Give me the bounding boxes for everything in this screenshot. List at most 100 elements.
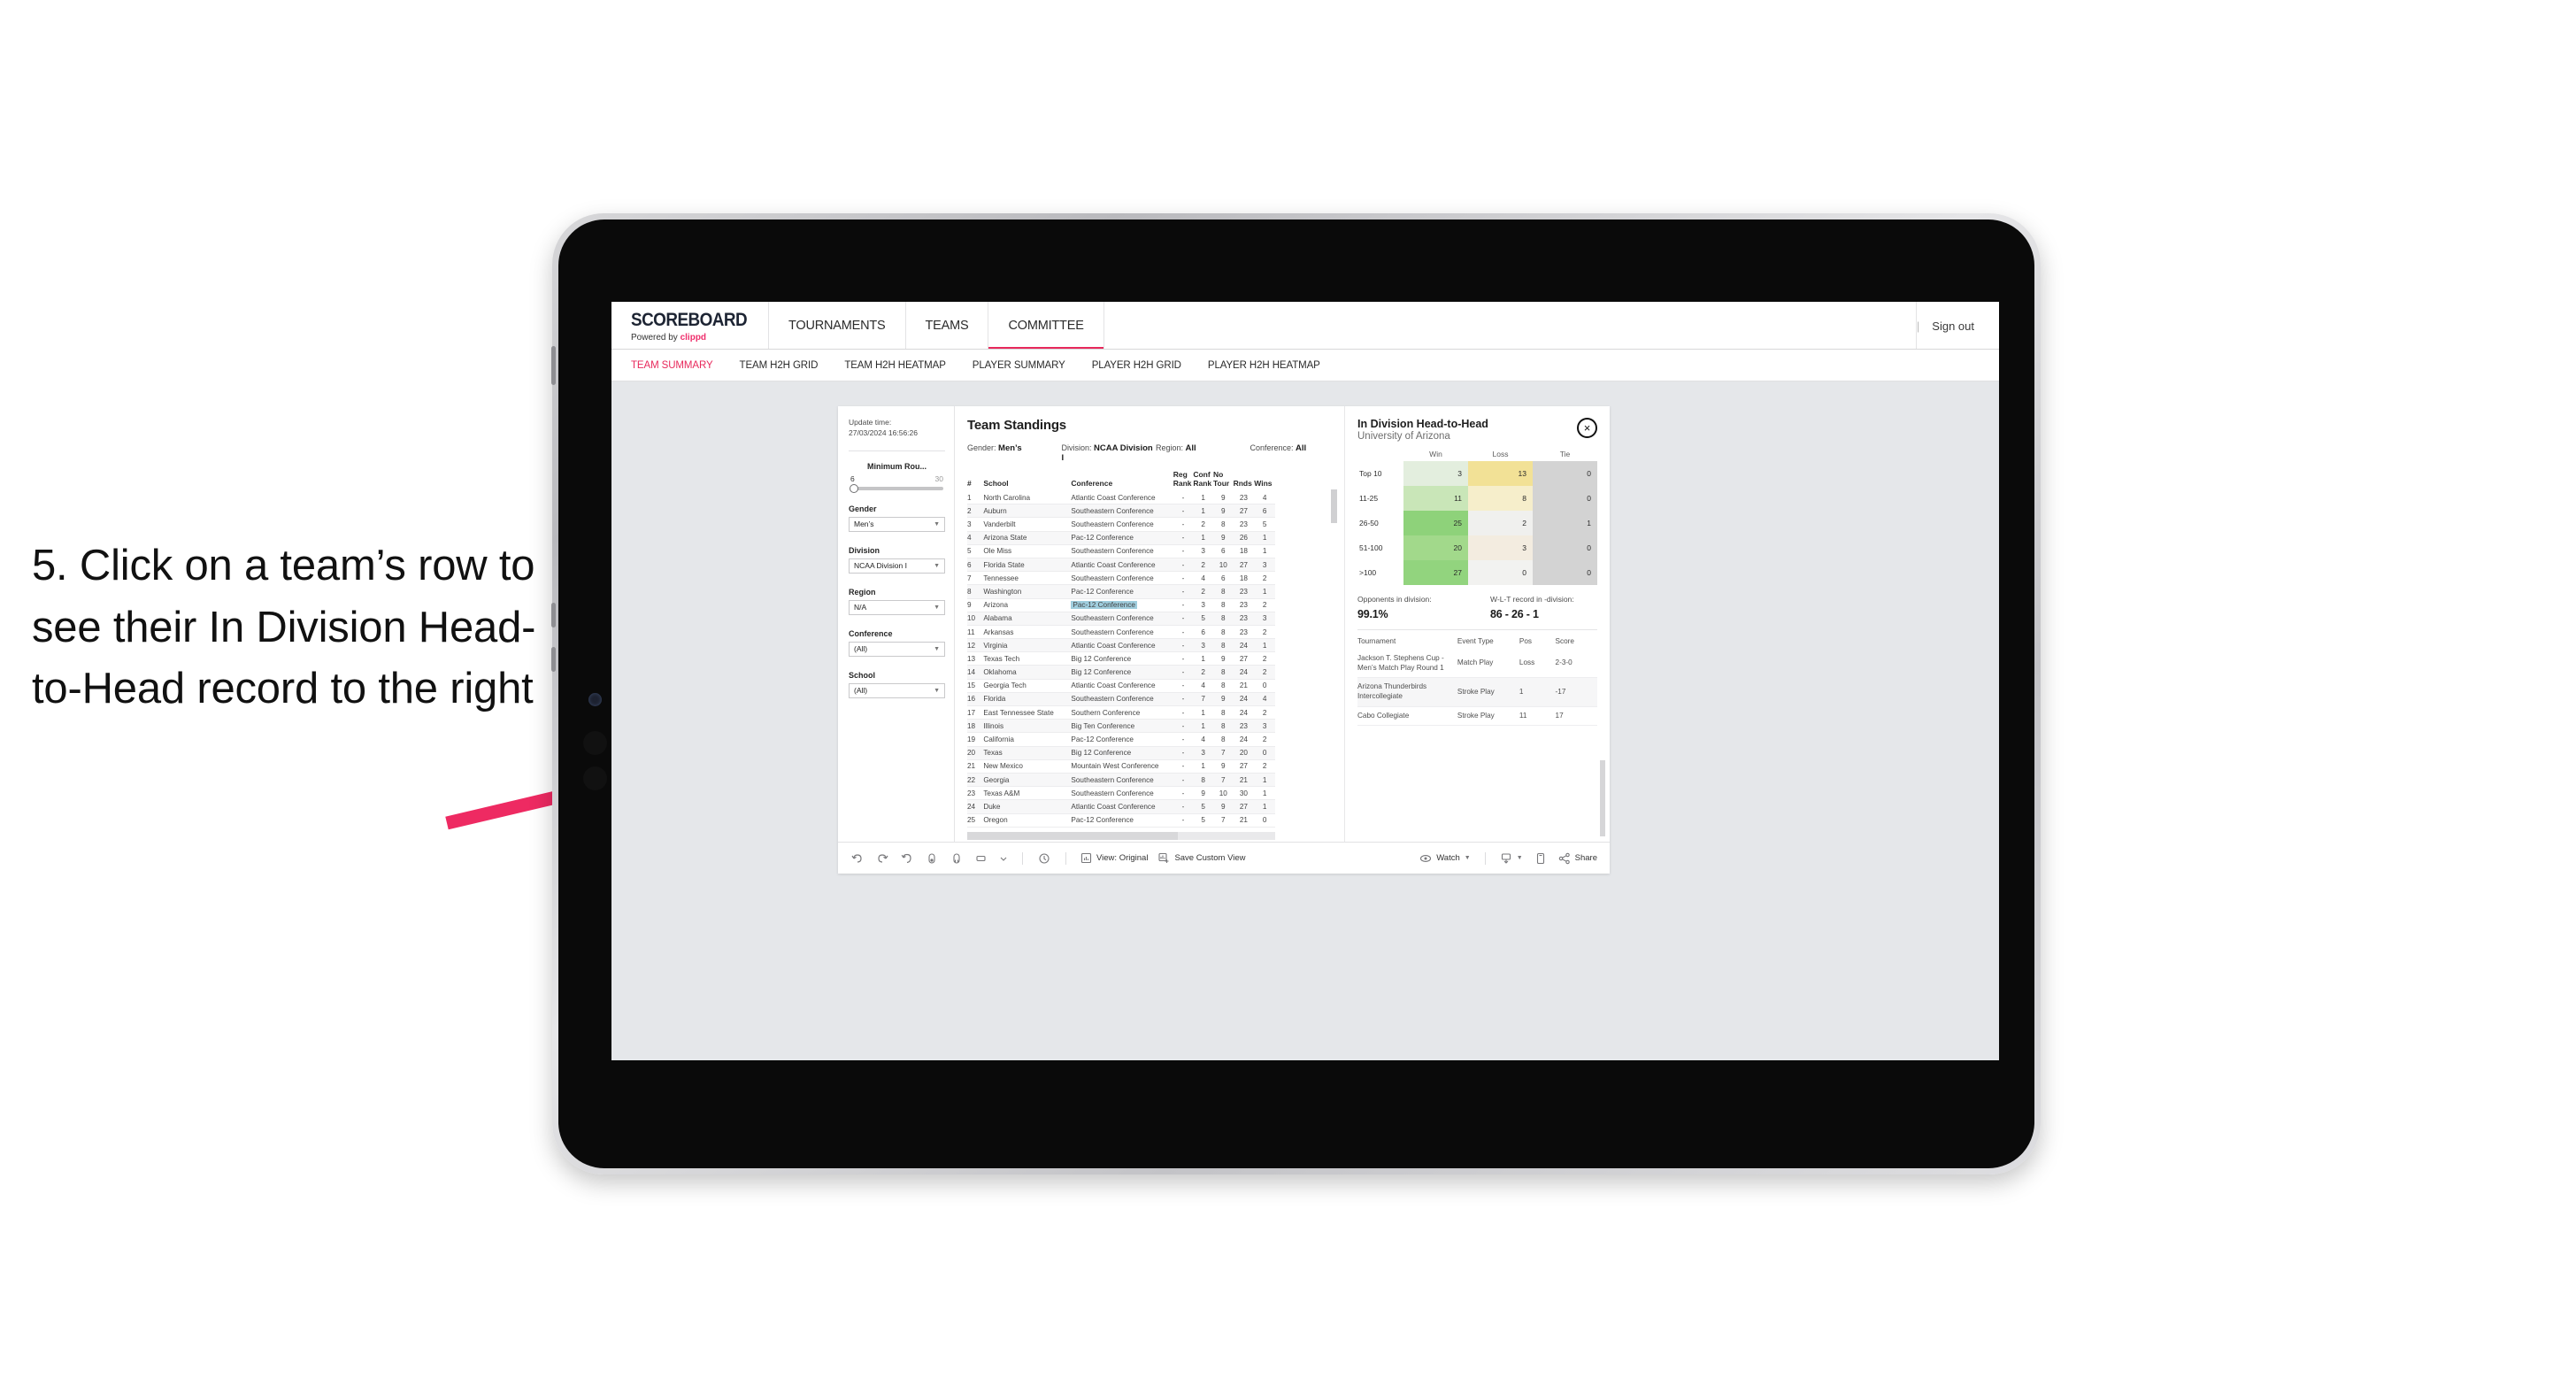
table-row[interactable]: 3 Vanderbilt Southeastern Conference -2 8 23 5 [967,517,1275,532]
pause-data-icon[interactable] [950,851,964,866]
subnav-team-h2h-grid[interactable]: TEAM H2H GRID [740,360,819,371]
table-row[interactable]: 9 Arizona Pac-12 Conference -3 8 23 2 [967,598,1275,612]
table-row[interactable]: 1 North Carolina Atlantic Coast Conference… [967,491,1275,505]
subnav-player-h2h-heatmap[interactable]: PLAYER H2H HEATMAP [1208,360,1320,371]
cell-school: Florida [983,692,1072,707]
col-tournament: Tournament [1357,637,1396,645]
subnav-player-h2h-grid[interactable]: PLAYER H2H GRID [1092,360,1181,371]
table-row[interactable]: 6 Florida State Atlantic Coast Conference -… [967,558,1275,573]
subnav-team-summary[interactable]: TEAM SUMMARY [631,360,713,371]
cell-school: Virginia [983,638,1072,653]
vertical-scrollbar[interactable] [1331,489,1337,874]
revert-icon[interactable] [900,851,914,866]
cell-rnds: 26 [1233,531,1255,545]
scrollbar-thumb[interactable] [967,831,1178,840]
topnav-tournaments[interactable]: TOURNAMENTS [769,302,906,350]
share-button[interactable]: Share [1558,852,1597,865]
cell-school: Florida State [983,558,1072,573]
cell-no-tour: 8 [1212,598,1234,612]
table-row[interactable]: 20 Texas Big 12 Conference -3 7 20 0 [967,746,1275,760]
redo-icon[interactable] [875,851,889,866]
slider-max-value: 30 [934,474,943,483]
conference-select[interactable]: (All) ▼ [849,641,945,657]
table-row[interactable]: 23 Texas A&M Southeastern Conference -9 10 30… [967,786,1275,801]
device-side-button[interactable] [551,346,556,385]
cell-wins: 1 [1254,531,1275,545]
table-row[interactable]: 22 Georgia Southeastern Conference -8 7 21 1 [967,773,1275,788]
h2h-cell-tie: 0 [1533,535,1597,560]
gender-select[interactable]: Men’s ▼ [849,516,945,532]
subnav-team-h2h-heatmap[interactable]: TEAM H2H HEATMAP [844,360,946,371]
table-row[interactable]: 21 New Mexico Mountain West Conference -1 9 2… [967,759,1275,774]
device-side-button[interactable] [551,647,556,672]
history-clock-icon[interactable] [1037,851,1051,866]
device-layout-icon[interactable] [974,851,988,866]
table-row[interactable]: 2 Auburn Southeastern Conference -1 9 27 6 [967,504,1275,519]
tournament-scrollbar[interactable] [1600,760,1605,836]
cell-wins: 2 [1254,665,1275,680]
h2h-band-label: Top 10 [1357,461,1403,486]
region-select[interactable]: N/A ▼ [849,599,945,615]
division-select[interactable]: NCAA Division I ▼ [849,558,945,574]
cell-rank: 7 [967,571,984,586]
refresh-data-icon[interactable] [925,851,939,866]
table-row[interactable]: 14 Oklahoma Big 12 Conference -2 8 24 2 [967,665,1275,680]
horizontal-scrollbar[interactable] [967,831,1275,840]
slider-handle[interactable] [850,483,858,493]
table-row[interactable]: 17 East Tennessee State Southern Conferenc… [967,705,1275,720]
table-row[interactable]: 13 Texas Tech Big 12 Conference -1 9 27 2 [967,651,1275,666]
stat-opponents-in-division: Opponents in division: 99.1% [1357,595,1490,620]
cell-school: New Mexico [983,759,1072,774]
brand-logo[interactable]: SCOREBOARD Powered by clippd [611,302,769,350]
watch-button[interactable]: Watch ▼ [1419,853,1471,864]
chevron-down-icon[interactable] [999,851,1008,866]
table-row[interactable]: 5 Ole Miss Southeastern Conference -3 6 18 1 [967,544,1275,558]
cell-no-tour: 9 [1212,759,1234,774]
signout-link[interactable]: Sign out [1932,320,1974,333]
volume-up-button[interactable] [583,731,607,755]
cell-no-tour: 8 [1212,517,1234,532]
table-row[interactable]: 19 California Pac-12 Conference -4 8 24 2 [967,732,1275,747]
table-row[interactable]: 11 Arkansas Southeastern Conference -6 8 23 2 [967,625,1275,640]
view-original-button[interactable]: View: Original [1080,852,1148,864]
cell-rnds: 24 [1233,638,1255,653]
topnav-committee[interactable]: COMMITTEE [988,302,1104,350]
cell-conf-rank: 4 [1193,679,1213,693]
tournament-row[interactable]: Arizona Thunderbirds Intercollegiate Stro… [1357,677,1597,707]
subnav-player-summary[interactable]: PLAYER SUMMARY [973,360,1065,371]
h2h-band-label: 51-100 [1357,535,1403,560]
table-row[interactable]: 8 Washington Pac-12 Conference -2 8 23 1 [967,584,1275,599]
download-button[interactable]: ▼ [1500,852,1523,865]
table-row[interactable]: 24 Duke Atlantic Coast Conference -5 9 27 1 [967,799,1275,814]
tournament-row[interactable]: Cabo Collegiate Stroke Play 11 17 [1357,706,1597,727]
device-preview-icon[interactable] [1534,851,1548,866]
undo-icon[interactable] [850,851,865,866]
cell-school: Arizona State [983,531,1072,545]
table-row[interactable]: 12 Virginia Atlantic Coast Conference -3 8 24… [967,638,1275,653]
school-select[interactable]: (All) ▼ [849,682,945,698]
team-standings-section: Team Standings Gender: Men’s Division: N… [955,406,1344,842]
table-row[interactable]: 4 Arizona State Pac-12 Conference -1 9 26 1 [967,531,1275,545]
minimum-rounds-slider[interactable] [850,483,943,493]
tournament-row[interactable]: Jackson T. Stephens Cup - Men’s Match Pl… [1357,650,1597,679]
cell-school: Washington [983,584,1072,599]
tablet-bezel: SCOREBOARD Powered by clippd TOURNAMENTS… [558,219,2034,1168]
save-custom-view-button[interactable]: Save Custom View [1158,852,1246,864]
scrollbar-thumb[interactable] [1331,489,1337,523]
cell-wins: 2 [1254,625,1275,640]
table-row[interactable]: 15 Georgia Tech Atlantic Coast Conference -… [967,679,1275,693]
cell-wins: 1 [1254,773,1275,788]
device-side-button[interactable] [551,603,556,628]
cell-no-tour: 9 [1212,651,1234,666]
summary-conference: Conference: All [1250,443,1345,463]
filter-gender: Gender Men’s ▼ [849,504,945,532]
table-row[interactable]: 18 Illinois Big Ten Conference -1 8 23 3 [967,719,1275,734]
table-row[interactable]: 16 Florida Southeastern Conference -7 9 24 4 [967,692,1275,707]
volume-down-button[interactable] [583,766,607,790]
table-row[interactable]: 25 Oregon Pac-12 Conference -5 7 21 0 [967,813,1275,828]
close-icon[interactable]: × [1577,418,1597,438]
table-row[interactable]: 7 Tennessee Southeastern Conference -4 6 18 2 [967,571,1275,586]
table-row[interactable]: 10 Alabama Southeastern Conference -5 8 23 3 [967,612,1275,626]
cell-score: 17 [1555,706,1597,727]
topnav-teams[interactable]: TEAMS [906,302,989,350]
